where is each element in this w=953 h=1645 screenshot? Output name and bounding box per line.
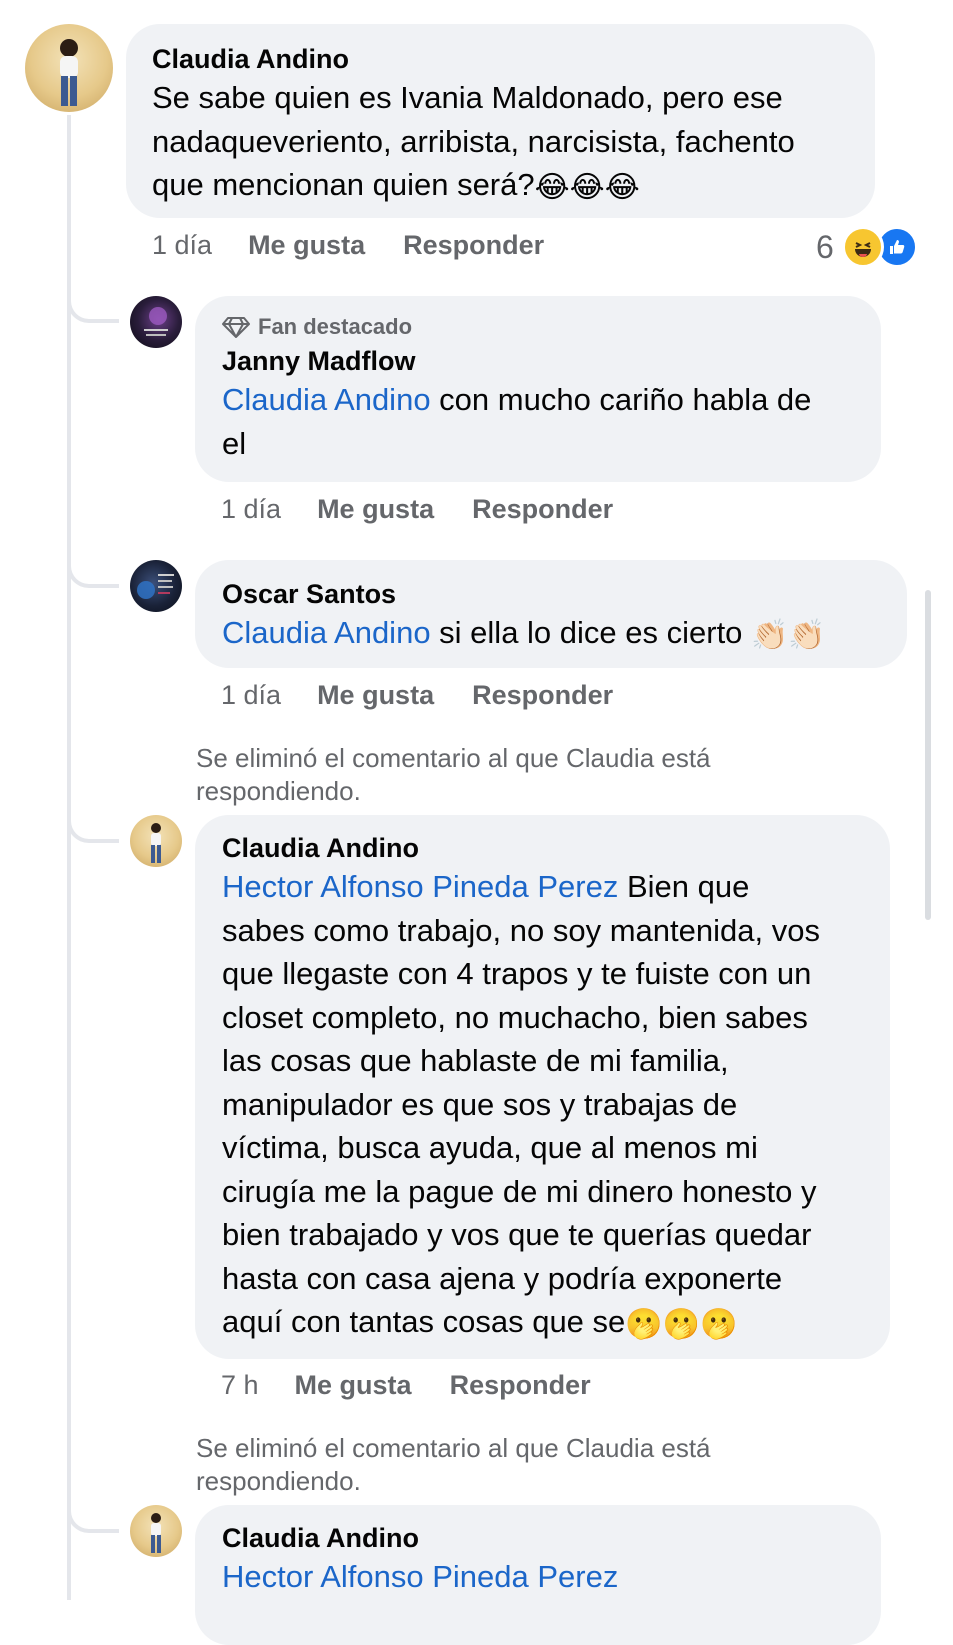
person-silhouette-icon xyxy=(151,823,161,863)
comment-author[interactable]: Claudia Andino xyxy=(222,1521,854,1555)
like-button[interactable]: Me gusta xyxy=(317,680,434,711)
comment-text-line: Se sabe quien es Ivania Maldonado, pero … xyxy=(152,80,783,115)
laughing-emoji: 😂😂😂 xyxy=(534,171,640,204)
comment-text-line: Hector Alfonso Pineda Perez Bien que xyxy=(222,865,863,909)
reaction-count: 6 xyxy=(816,228,834,265)
comment-text-segment: con mucho cariño habla de xyxy=(430,382,812,417)
profile-photo-icon xyxy=(144,307,168,336)
deleted-comment-notice: Se eliminó el comentario al que Claudia … xyxy=(196,1432,711,1498)
deleted-comment-notice: Se eliminó el comentario al que Claudia … xyxy=(196,742,711,808)
comment-text-line: aquí con tantas cosas que se🫢🫢🫢 xyxy=(222,1300,863,1344)
comment-text-segment: aquí con tantas cosas que se xyxy=(222,1304,626,1339)
avatar[interactable] xyxy=(130,296,182,348)
comment-author[interactable]: Claudia Andino xyxy=(152,42,849,76)
notice-line: Se eliminó el comentario al que Claudia … xyxy=(196,743,711,773)
comment-text-segment: si ella lo dice es cierto xyxy=(430,615,752,650)
mention-link[interactable]: Hector Alfonso Pineda Perez xyxy=(222,869,618,904)
timestamp[interactable]: 1 día xyxy=(152,230,212,261)
timestamp[interactable]: 1 día xyxy=(221,494,281,525)
notice-line: Se eliminó el comentario al que Claudia … xyxy=(196,1433,711,1463)
reply-button[interactable]: Responder xyxy=(472,494,613,525)
comment-text-line: hasta con casa ajena y podría exponerte xyxy=(222,1260,783,1296)
avatar[interactable] xyxy=(130,560,182,612)
profile-photo-icon xyxy=(137,574,174,599)
comment-bubble: Claudia Andino Hector Alfonso Pineda Per… xyxy=(195,815,890,1359)
comment-text-line: sabes como trabajo, no soy mantenida, vo… xyxy=(222,912,820,948)
comment-author[interactable]: Oscar Santos xyxy=(222,577,880,611)
comment-actions: 1 día Me gusta Responder xyxy=(152,230,582,261)
comment-text-line: las cosas que hablaste de mi familia, xyxy=(222,1043,729,1078)
clapping-emoji: 👏🏻👏🏻 xyxy=(751,619,826,652)
mention-link[interactable]: Claudia Andino xyxy=(222,615,431,650)
hand-over-mouth-emoji: 🫢🫢🫢 xyxy=(625,1308,738,1341)
comment-text: Claudia Andino si ella lo dice es cierto… xyxy=(222,611,880,655)
comment-bubble: Oscar Santos Claudia Andino si ella lo d… xyxy=(195,560,907,668)
top-fan-badge: Fan destacado xyxy=(222,314,854,340)
avatar[interactable] xyxy=(130,1505,182,1557)
comment-text: Hector Alfonso Pineda Perez Bien que sab… xyxy=(222,865,863,1344)
comment-bubble: Claudia Andino Se sabe quien es Ivania M… xyxy=(126,24,875,218)
thread-branch xyxy=(67,815,119,843)
comment-author[interactable]: Claudia Andino xyxy=(222,831,863,865)
comment-text-line: cirugía me la pague de mi dinero honesto… xyxy=(222,1173,817,1209)
comment-text-line: Claudia Andino con mucho cariño habla de xyxy=(222,378,854,422)
notice-line: respondiendo. xyxy=(196,1466,361,1496)
like-button[interactable]: Me gusta xyxy=(317,494,434,525)
diamond-icon xyxy=(222,317,250,338)
haha-reaction-icon xyxy=(841,226,884,268)
thread-branch xyxy=(67,560,119,588)
comment-text-line: closet completo, no muchacho, bien sabes xyxy=(222,999,808,1035)
comment-actions: 1 día Me gusta Responder xyxy=(221,494,651,525)
timestamp[interactable]: 1 día xyxy=(221,680,281,711)
comment-text-line: que mencionan quien será? xyxy=(152,167,535,202)
comment-text: Hector Alfonso Pineda Perez xyxy=(222,1555,854,1599)
avatar[interactable] xyxy=(130,815,182,867)
comment-text-segment: Bien que xyxy=(618,869,750,904)
mention-link[interactable]: Hector Alfonso Pineda Perez xyxy=(222,1559,618,1594)
comment-text-line: nadaqueveriento, arribista, narcisista, … xyxy=(152,123,795,159)
comment-bubble: Fan destacado Janny Madflow Claudia Andi… xyxy=(195,296,881,482)
reaction-summary[interactable]: 6 xyxy=(816,226,918,268)
reply-button[interactable]: Responder xyxy=(450,1370,591,1401)
comment-actions: 7 h Me gusta Responder xyxy=(221,1370,629,1401)
comment-text-line: manipulador es que sos y trabajas de xyxy=(222,1086,738,1122)
timestamp[interactable]: 7 h xyxy=(221,1370,259,1401)
mention-link[interactable]: Claudia Andino xyxy=(222,382,431,417)
scrollbar[interactable] xyxy=(925,590,931,920)
comment-bubble: Claudia Andino Hector Alfonso Pineda Per… xyxy=(195,1505,881,1645)
comment-text-line: víctima, busca ayuda, que al menos mi xyxy=(222,1130,758,1165)
person-silhouette-icon xyxy=(60,39,78,106)
reply-button[interactable]: Responder xyxy=(472,680,613,711)
badge-label: Fan destacado xyxy=(258,314,413,339)
like-button[interactable]: Me gusta xyxy=(295,1370,412,1401)
comment-text: Claudia Andino con mucho cariño habla de… xyxy=(222,378,854,465)
like-button[interactable]: Me gusta xyxy=(248,230,365,261)
comment-text-line: que llegaste con 4 trapos y te fuiste co… xyxy=(222,956,812,991)
comment-actions: 1 día Me gusta Responder xyxy=(221,680,651,711)
avatar[interactable] xyxy=(25,24,113,112)
comment-text-line: que mencionan quien será?😂😂😂 xyxy=(152,163,849,207)
reply-button[interactable]: Responder xyxy=(403,230,544,261)
person-silhouette-icon xyxy=(151,1513,161,1553)
thread-line xyxy=(67,115,71,1600)
thread-branch xyxy=(67,1505,119,1533)
comment-text-line: el xyxy=(222,425,247,461)
comment-author[interactable]: Janny Madflow xyxy=(222,344,854,378)
comment-text-line: bien trabajado y vos que te querías qued… xyxy=(222,1217,812,1252)
notice-line: respondiendo. xyxy=(196,776,361,806)
comment-text: Se sabe quien es Ivania Maldonado, pero … xyxy=(152,76,849,207)
thread-branch xyxy=(67,295,119,323)
